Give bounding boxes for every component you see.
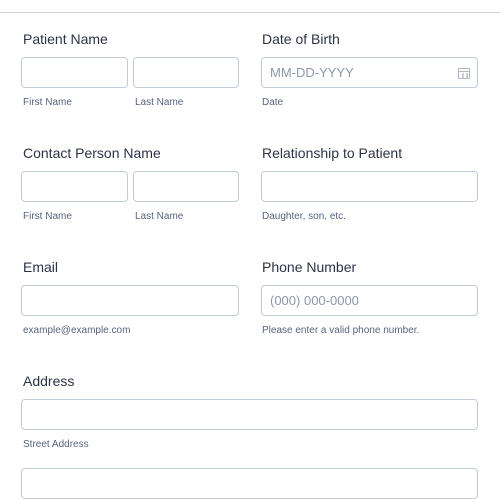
patient-last-name-input[interactable]: [133, 57, 239, 88]
email-input[interactable]: [21, 285, 239, 316]
relationship-sublabel: Daughter, son, etc.: [262, 211, 346, 222]
email-label: Email: [23, 259, 59, 275]
form-top-divider: [0, 12, 500, 13]
street-address-sublabel: Street Address: [23, 439, 89, 450]
contact-first-name-sublabel: First Name: [23, 211, 72, 222]
contact-first-name-input[interactable]: [21, 171, 128, 202]
phone-number-sublabel: Please enter a valid phone number.: [262, 325, 420, 336]
patient-first-name-sublabel: First Name: [23, 97, 72, 108]
date-sublabel: Date: [262, 97, 284, 108]
phone-number-input[interactable]: [261, 285, 478, 316]
calendar-icon[interactable]: [458, 68, 470, 79]
contact-last-name-input[interactable]: [133, 171, 239, 202]
email-sublabel: example@example.com: [23, 325, 131, 336]
contact-last-name-sublabel: Last Name: [135, 211, 184, 222]
patient-name-label: Patient Name: [23, 31, 108, 47]
address-label: Address: [23, 373, 75, 389]
patient-first-name-input[interactable]: [21, 57, 128, 88]
patient-last-name-sublabel: Last Name: [135, 97, 184, 108]
relationship-label: Relationship to Patient: [262, 145, 403, 161]
date-of-birth-label: Date of Birth: [262, 31, 340, 47]
phone-number-label: Phone Number: [262, 259, 357, 275]
date-of-birth-input[interactable]: [261, 57, 478, 88]
relationship-input[interactable]: [261, 171, 478, 202]
contact-person-name-label: Contact Person Name: [23, 145, 161, 161]
street-address-input[interactable]: [21, 399, 478, 430]
